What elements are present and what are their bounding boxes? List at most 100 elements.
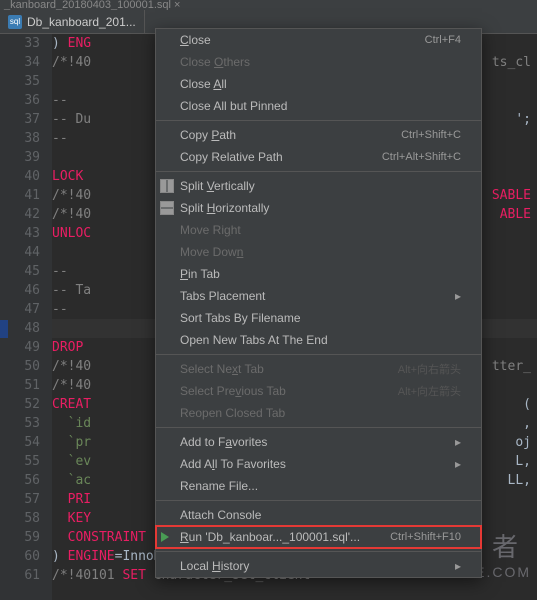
submenu-arrow-icon (449, 559, 461, 573)
menu-item-label: Run 'Db_kanboar..._100001.sql'... (180, 530, 390, 544)
sql-file-icon: sql (8, 15, 22, 29)
line-number: 40 (0, 167, 40, 186)
menu-item-label: Split Vertically (180, 179, 461, 193)
menu-item-label: Select Next Tab (180, 362, 398, 376)
submenu-arrow-icon (449, 435, 461, 449)
file-tab-label: Db_kanboard_201... (27, 15, 136, 29)
menu-item-label: Close All but Pinned (180, 99, 461, 113)
menu-item-label: Copy Relative Path (180, 150, 382, 164)
menu-item-label: Open New Tabs At The End (180, 333, 461, 347)
menu-shortcut: Alt+向左箭头 (398, 383, 461, 399)
inactive-tab-strip: _kanboard_20180403_100001.sql × (0, 0, 537, 10)
menu-item-label: Attach Console (180, 508, 461, 522)
line-number: 51 (0, 376, 40, 395)
line-number: 34 (0, 53, 40, 72)
menu-item[interactable]: Sort Tabs By Filename (156, 307, 481, 329)
line-number: 53 (0, 414, 40, 433)
menu-item-label: Reopen Closed Tab (180, 406, 461, 420)
menu-item-label: Add to Favorites (180, 435, 449, 449)
menu-item: Move Down (156, 241, 481, 263)
menu-shortcut: Ctrl+Shift+F10 (390, 531, 461, 543)
line-number: 59 (0, 528, 40, 547)
menu-item[interactable]: Local History (156, 555, 481, 577)
line-number: 61 (0, 566, 40, 585)
line-number-gutter: 3334353637383940414243444546474849505152… (0, 34, 52, 600)
menu-separator (156, 354, 481, 355)
line-number: 56 (0, 471, 40, 490)
menu-item[interactable]: Run 'Db_kanboar..._100001.sql'...Ctrl+Sh… (156, 526, 481, 548)
line-number: 45 (0, 262, 40, 281)
line-number: 58 (0, 509, 40, 528)
menu-item[interactable]: Close All (156, 73, 481, 95)
line-number: 52 (0, 395, 40, 414)
menu-item[interactable]: Split Vertically (156, 175, 481, 197)
context-menu: CloseCtrl+F4 Close Others Close All Close A… (155, 28, 482, 578)
line-number: 33 (0, 34, 40, 53)
icon-split-v (160, 179, 174, 193)
menu-item: Move Right (156, 219, 481, 241)
menu-item[interactable]: Attach Console (156, 504, 481, 526)
menu-item-label: Close Others (180, 55, 461, 69)
menu-item-label: Add All To Favorites (180, 457, 449, 471)
menu-item[interactable]: Pin Tab (156, 263, 481, 285)
menu-item-label: Move Right (180, 223, 461, 237)
line-number: 44 (0, 243, 40, 262)
line-number: 43 (0, 224, 40, 243)
line-number: 37 (0, 110, 40, 129)
menu-shortcut: Ctrl+Shift+C (401, 129, 461, 141)
line-number: 38 (0, 129, 40, 148)
line-number: 55 (0, 452, 40, 471)
menu-item-label: Tabs Placement (180, 289, 449, 303)
menu-item-label: Close All (180, 77, 461, 91)
submenu-arrow-icon (449, 457, 461, 471)
menu-item[interactable]: Add All To Favorites (156, 453, 481, 475)
line-number: 41 (0, 186, 40, 205)
line-number: 57 (0, 490, 40, 509)
line-number: 39 (0, 148, 40, 167)
menu-separator (156, 427, 481, 428)
menu-item[interactable]: Split Horizontally (156, 197, 481, 219)
menu-item-label: Close (180, 33, 425, 47)
menu-item-label: Split Horizontally (180, 201, 461, 215)
line-number: 47 (0, 300, 40, 319)
menu-item-label: Local History (180, 559, 449, 573)
run-icon (161, 532, 169, 542)
icon-split-h (160, 201, 174, 215)
menu-shortcut: Ctrl+F4 (425, 34, 461, 46)
line-number: 42 (0, 205, 40, 224)
line-number: 50 (0, 357, 40, 376)
line-number: 60 (0, 547, 40, 566)
menu-item-label: Sort Tabs By Filename (180, 311, 461, 325)
line-number: 36 (0, 91, 40, 110)
menu-item: Reopen Closed Tab (156, 402, 481, 424)
menu-item[interactable]: Copy Relative PathCtrl+Alt+Shift+C (156, 146, 481, 168)
menu-item: Select Previous TabAlt+向左箭头 (156, 380, 481, 402)
selection-marker (0, 320, 8, 338)
menu-item[interactable]: Add to Favorites (156, 431, 481, 453)
menu-item-label: Copy Path (180, 128, 401, 142)
line-number: 54 (0, 433, 40, 452)
menu-separator (156, 500, 481, 501)
menu-item[interactable]: Open New Tabs At The End (156, 329, 481, 351)
menu-item[interactable]: Close All but Pinned (156, 95, 481, 117)
menu-item: Select Next TabAlt+向右箭头 (156, 358, 481, 380)
menu-shortcut: Alt+向右箭头 (398, 361, 461, 377)
menu-item-label: Pin Tab (180, 267, 461, 281)
menu-item[interactable]: Tabs Placement (156, 285, 481, 307)
menu-item[interactable]: Copy PathCtrl+Shift+C (156, 124, 481, 146)
menu-separator (156, 171, 481, 172)
line-number: 46 (0, 281, 40, 300)
menu-separator (156, 551, 481, 552)
menu-item-label: Move Down (180, 245, 461, 259)
menu-separator (156, 120, 481, 121)
menu-item-label: Rename File... (180, 479, 461, 493)
menu-item[interactable]: Rename File... (156, 475, 481, 497)
submenu-arrow-icon (449, 289, 461, 303)
menu-shortcut: Ctrl+Alt+Shift+C (382, 151, 461, 163)
file-tab[interactable]: sql Db_kanboard_201... (0, 10, 145, 33)
menu-item[interactable]: CloseCtrl+F4 (156, 29, 481, 51)
menu-item: Close Others (156, 51, 481, 73)
menu-item-label: Select Previous Tab (180, 384, 398, 398)
line-number: 49 (0, 338, 40, 357)
line-number: 35 (0, 72, 40, 91)
